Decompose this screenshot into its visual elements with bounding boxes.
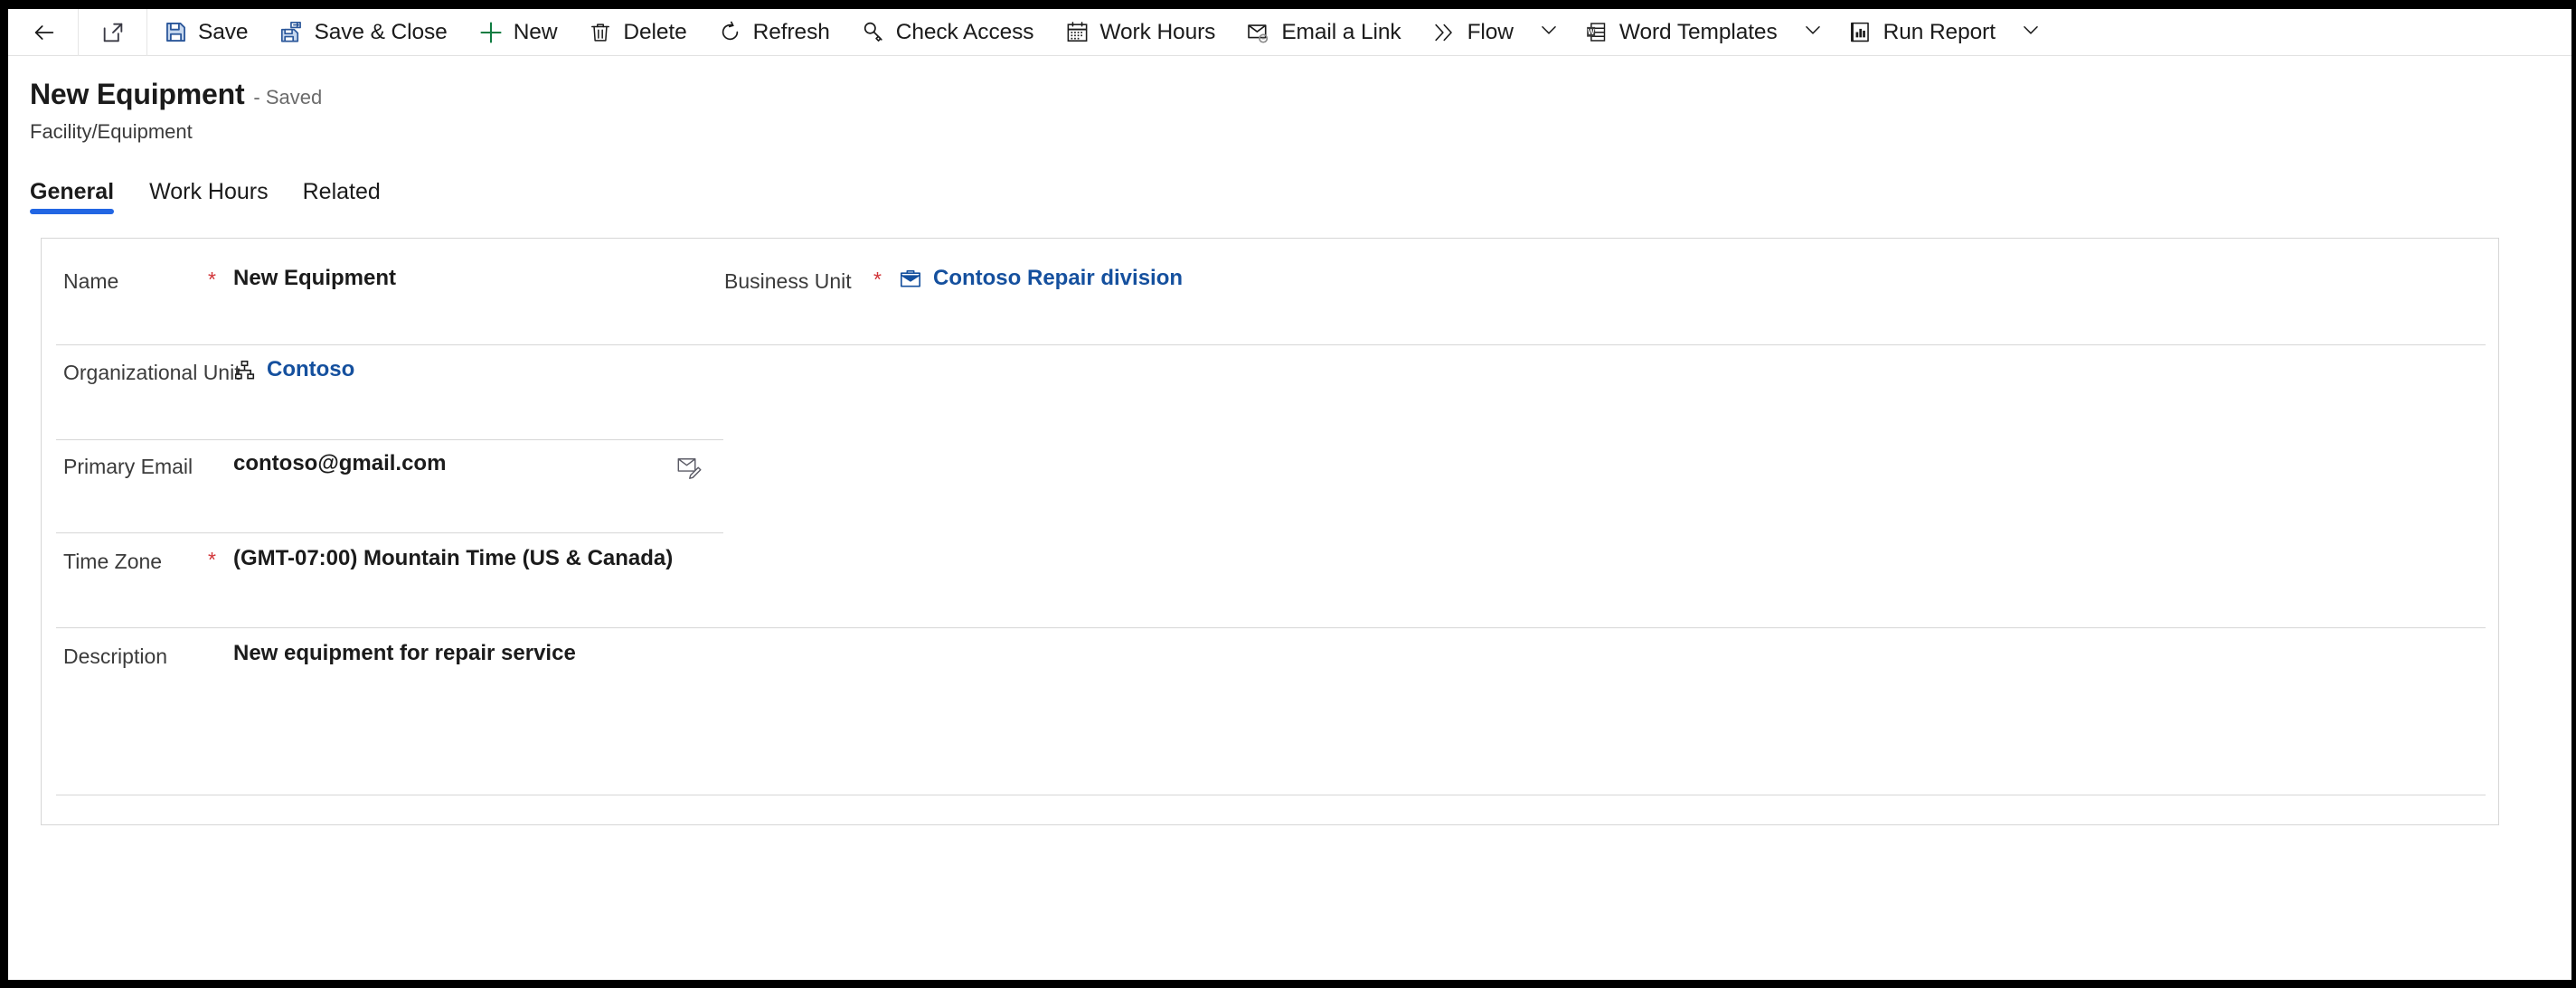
save-and-close-icon — [278, 20, 304, 45]
field-time-zone[interactable]: Time Zone * (GMT-07:00) Mountain Time (U… — [63, 546, 967, 574]
work-hours-button[interactable]: Work Hours — [1049, 9, 1231, 56]
check-access-button[interactable]: Check Access — [845, 9, 1050, 56]
field-name[interactable]: Name * New Equipment — [63, 266, 696, 294]
tab-related[interactable]: Related — [286, 179, 398, 218]
field-time-zone-label: Time Zone — [63, 550, 163, 573]
back-arrow-icon — [32, 20, 57, 45]
chevron-down-icon — [1801, 18, 1825, 46]
field-business-unit[interactable]: Business Unit * Contoso Repair division — [724, 266, 1538, 294]
title-row: New Equipment - Saved — [30, 78, 2571, 111]
calendar-icon — [1064, 20, 1090, 45]
field-name-value: New Equipment — [233, 266, 397, 290]
page-title: New Equipment — [30, 78, 245, 110]
word-templates-dropdown-caret[interactable] — [1793, 9, 1833, 56]
refresh-button-label: Refresh — [752, 19, 830, 44]
field-description-value: New equipment for repair service — [233, 641, 576, 665]
field-business-unit-value[interactable]: Contoso Repair division — [899, 266, 1183, 291]
entity-subtitle: Facility/Equipment — [30, 120, 193, 143]
trash-icon — [588, 20, 613, 45]
divider-after-name-row — [56, 344, 2486, 345]
refresh-icon — [718, 20, 743, 45]
divider-after-time-zone-row — [56, 627, 2486, 628]
word-templates-button-label: Word Templates — [1618, 19, 1778, 44]
flow-button-label: Flow — [1467, 19, 1514, 44]
email-a-link-button[interactable]: Email a Link — [1231, 9, 1416, 56]
run-report-icon — [1848, 20, 1873, 45]
save-button-label: Save — [198, 19, 249, 44]
compose-email-icon — [676, 456, 703, 484]
tab-general-label: General — [30, 179, 115, 204]
check-access-button-label: Check Access — [895, 19, 1034, 44]
field-time-zone-value: (GMT-07:00) Mountain Time (US & Canada) — [233, 546, 674, 570]
org-hierarchy-icon — [233, 359, 256, 381]
tab-work-hours-label: Work Hours — [149, 179, 269, 204]
refresh-button[interactable]: Refresh — [703, 9, 845, 56]
field-primary-email-label: Primary Email — [63, 455, 193, 478]
field-business-unit-required-indicator: * — [873, 268, 882, 291]
field-organizational-unit-link-text: Contoso — [267, 357, 355, 381]
page-header: New Equipment - Saved Facility/Equipment — [8, 56, 2571, 144]
field-business-unit-label: Business Unit — [724, 269, 852, 293]
flow-icon — [1432, 20, 1458, 45]
word-templates-button[interactable]: W Word Templates — [1569, 9, 1793, 56]
delete-button[interactable]: Delete — [572, 9, 702, 56]
save-status-text: - Saved — [253, 86, 323, 108]
email-a-link-button-label: Email a Link — [1281, 19, 1401, 44]
field-primary-email-value: contoso@gmail.com — [233, 451, 447, 475]
save-and-close-button-label: Save & Close — [314, 19, 448, 44]
email-link-icon — [1246, 20, 1271, 45]
tab-general[interactable]: General — [30, 179, 132, 218]
field-description[interactable]: Description New equipment for repair ser… — [63, 641, 1329, 669]
open-in-new-window-icon — [100, 20, 126, 45]
field-description-label: Description — [63, 645, 168, 668]
briefcase-icon — [899, 267, 922, 290]
new-button-label: New — [513, 19, 558, 44]
run-report-button-label: Run Report — [1882, 19, 1996, 44]
chevron-down-icon — [2019, 18, 2043, 46]
word-template-icon: W — [1584, 20, 1609, 45]
command-bar-nav-group — [10, 8, 147, 56]
run-report-button[interactable]: Run Report — [1833, 9, 2011, 56]
plus-icon — [478, 20, 504, 45]
divider-after-organizational-unit-row — [56, 439, 723, 440]
save-button[interactable]: Save — [147, 9, 263, 56]
field-organizational-unit-label: Organizational Unit — [63, 361, 241, 384]
app-window: Save Save & Close New Delete Refresh Che… — [0, 0, 2576, 988]
field-organizational-unit[interactable]: Organizational Unit Contoso — [63, 357, 696, 385]
svg-text:W: W — [1588, 28, 1595, 36]
command-bar: Save Save & Close New Delete Refresh Che… — [8, 8, 2571, 56]
open-in-new-window-button[interactable] — [79, 8, 147, 56]
general-tab-form-card: Name * New Equipment Business Unit * Con… — [41, 238, 2499, 825]
field-name-label: Name — [63, 269, 119, 293]
chevron-down-icon — [1537, 18, 1561, 46]
field-organizational-unit-value[interactable]: Contoso — [233, 357, 354, 382]
work-hours-button-label: Work Hours — [1099, 19, 1216, 44]
divider-after-primary-email-row — [56, 532, 723, 533]
save-icon — [163, 20, 188, 45]
flow-button[interactable]: Flow — [1417, 9, 1529, 56]
save-and-close-button[interactable]: Save & Close — [263, 9, 462, 56]
new-button[interactable]: New — [463, 9, 573, 56]
field-business-unit-link-text: Contoso Repair division — [933, 266, 1184, 290]
flow-dropdown-caret[interactable] — [1529, 9, 1569, 56]
back-button[interactable] — [10, 8, 79, 56]
field-time-zone-required-indicator: * — [208, 548, 216, 571]
tab-related-label: Related — [302, 179, 381, 204]
tab-work-hours[interactable]: Work Hours — [132, 179, 286, 218]
run-report-dropdown-caret[interactable] — [2011, 9, 2051, 56]
key-icon — [861, 20, 886, 45]
compose-email-button[interactable] — [675, 456, 705, 483]
form-tab-list: General Work Hours Related — [8, 167, 2571, 218]
field-primary-email[interactable]: Primary Email contoso@gmail.com — [63, 451, 696, 479]
form-grid: Name * New Equipment Business Unit * Con… — [42, 239, 2498, 824]
delete-button-label: Delete — [623, 19, 687, 44]
field-name-required-indicator: * — [208, 268, 216, 291]
